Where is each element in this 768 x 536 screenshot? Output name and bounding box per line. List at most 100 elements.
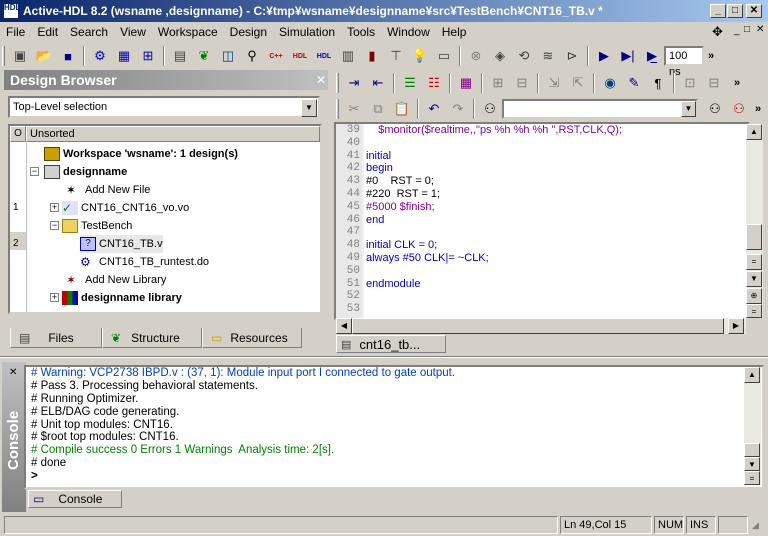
indent-icon[interactable]: ⇥ (343, 72, 365, 94)
minimize-button[interactable]: _ (710, 4, 726, 18)
scroll-thumb[interactable] (744, 443, 760, 457)
console-close-icon[interactable]: ✕ (9, 367, 17, 378)
hscroll-thumb[interactable] (352, 318, 724, 334)
expand-icon[interactable]: + (50, 203, 59, 212)
cut-icon[interactable]: ✂ (343, 98, 365, 120)
find-icon[interactable]: ⚲ (241, 45, 263, 67)
tree-item-testbench[interactable]: TestBench (62, 217, 132, 235)
run-for-icon[interactable]: ▶̲ (641, 45, 663, 67)
toolbar-overflow-icon[interactable]: » (734, 77, 740, 89)
open-folder-icon[interactable]: 📂 (33, 45, 55, 67)
collapse-icon[interactable]: − (50, 221, 59, 230)
console-output[interactable]: # Warning: VCP2738 IBPD.v : (37, 1): Mod… (26, 367, 744, 487)
comment-icon[interactable]: ☰ (399, 72, 421, 94)
scroll-thumb[interactable] (746, 224, 762, 250)
tab-resources[interactable]: ▭ Resources (202, 328, 302, 348)
pen-icon[interactable]: ✎ (623, 72, 645, 94)
schematic-icon[interactable]: ▥ (337, 45, 359, 67)
menu-tools[interactable]: Tools (341, 25, 381, 39)
hdl-debug2-icon[interactable]: HDL (313, 45, 335, 67)
search-combo[interactable]: ▼ (502, 99, 698, 119)
code-area[interactable]: $monitor($realtime,,"ps %h %h %h ",RST,C… (366, 124, 746, 319)
hdl-debug-icon[interactable]: HDL (289, 45, 311, 67)
tree-item-runtest-do[interactable]: ⚙ CNT16_TB_runtest.do (80, 253, 209, 271)
waveform-icon[interactable]: ◈ (489, 45, 511, 67)
undo-icon[interactable]: ↶ (423, 98, 445, 120)
split-equals-icon[interactable]: = (744, 471, 760, 485)
close-button[interactable]: ✕ (746, 4, 762, 18)
mdi-restore-icon[interactable]: □ (744, 24, 750, 35)
run-icon[interactable]: ▶ (593, 45, 615, 67)
scroll-right-icon[interactable]: ▶ (728, 318, 744, 334)
netlist-icon[interactable]: ⊞ (137, 45, 159, 67)
compile-icon[interactable]: ⚙ (89, 45, 111, 67)
stop-icon[interactable]: ⊗ (465, 45, 487, 67)
tree-item-add-new-file[interactable]: ✶ Add New File (66, 181, 150, 199)
menu-design[interactable]: Design (224, 25, 273, 39)
resize-grip-icon[interactable]: ◢ (752, 520, 759, 531)
binoculars-icon[interactable]: ⚇ (479, 98, 501, 120)
stack-icon[interactable]: ≋ (537, 45, 559, 67)
maximize-button[interactable]: □ (727, 4, 743, 18)
mdi-minimize-icon[interactable]: _ (734, 25, 740, 36)
scroll-up-icon[interactable]: ▲ (744, 367, 760, 383)
tab-structure[interactable]: ❦ Structure (102, 328, 202, 348)
find-prev-icon[interactable]: ⚇ (728, 98, 750, 120)
language-globe-icon[interactable]: ◉ (599, 72, 621, 94)
scroll-down-icon[interactable]: ▼ (746, 271, 762, 287)
top-level-selection-combo[interactable]: Top-Level selection ▼ (8, 96, 320, 118)
menu-window[interactable]: Window (381, 25, 436, 39)
library-icon[interactable]: ▮ (361, 45, 383, 67)
tree-item-add-new-library[interactable]: ✶ Add New Library (66, 271, 166, 289)
compile-all-icon[interactable]: ▦ (113, 45, 135, 67)
simulation-time-input[interactable]: 100 ns (664, 46, 704, 78)
bookmark-icon[interactable]: ▦ (455, 72, 477, 94)
tree-item-workspace[interactable]: Workspace 'wsname': 1 design(s) (44, 145, 238, 163)
scroll-next-icon[interactable]: ⊕ (746, 288, 762, 304)
menu-file[interactable]: File (0, 25, 31, 39)
move-icon[interactable]: ✥ (712, 24, 723, 40)
wrap-icon[interactable]: ⊡ (679, 72, 701, 94)
design-browser-icon[interactable]: ▤ (169, 45, 191, 67)
chevron-down-icon[interactable]: ▼ (301, 99, 317, 117)
trace-icon[interactable]: ⟲ (513, 45, 535, 67)
tab-files[interactable]: ▤ Files (10, 328, 102, 348)
mdi-close-icon[interactable]: ✕ (756, 24, 764, 35)
console-icon[interactable]: ▭ (433, 45, 455, 67)
toolbar-overflow-icon[interactable]: » (708, 50, 714, 62)
menu-simulation[interactable]: Simulation (273, 25, 341, 39)
tree-item-cnt16-tb[interactable]: ? CNT16_TB.v (80, 235, 163, 253)
uncomment-icon[interactable]: ☷ (423, 72, 445, 94)
menu-search[interactable]: Search (64, 25, 114, 39)
redo-icon[interactable]: ↷ (447, 98, 469, 120)
scroll-up-icon[interactable]: ▲ (746, 124, 762, 140)
expand-icon[interactable]: + (50, 293, 59, 302)
console-tab[interactable]: ▭ Console (28, 490, 122, 508)
split-equals-icon[interactable]: = (746, 254, 762, 270)
goto-icon[interactable]: ⇲ (543, 72, 565, 94)
collapse-all-icon[interactable]: ⊟ (511, 72, 533, 94)
tip-bulb-icon[interactable]: 💡 (409, 45, 431, 67)
console-vertical-scrollbar[interactable]: ▲ ▼ = (744, 367, 761, 485)
paragraph-icon[interactable]: ¶ (647, 72, 669, 94)
breakpoint-icon[interactable]: ⊳ (561, 45, 583, 67)
expand-all-icon[interactable]: ⊞ (487, 72, 509, 94)
paste-icon[interactable]: 📋 (391, 98, 413, 120)
copy-icon[interactable]: ⧉ (367, 98, 389, 120)
outdent-icon[interactable]: ⇤ (367, 72, 389, 94)
scroll-down-icon[interactable]: ▼ (744, 457, 760, 471)
editor-tab-cnt16-tb[interactable]: ▤ cnt16_tb... (336, 335, 446, 353)
block-diagram-icon[interactable]: ◫ (217, 45, 239, 67)
split-equals-bottom-icon[interactable]: = (746, 304, 762, 318)
marker-icon[interactable]: ⇱ (567, 72, 589, 94)
plugin-icon[interactable]: ⊤ (385, 45, 407, 67)
menu-help[interactable]: Help (436, 25, 473, 39)
tree-item-cnt16-vo[interactable]: ✓ CNT16_CNT16_vo.vo (62, 199, 189, 217)
editor-vertical-scrollbar[interactable]: ▲ = ▼ ⊕ = (746, 124, 763, 318)
toolbar-overflow-icon[interactable]: » (755, 103, 761, 115)
find-next-icon[interactable]: ⚇ (704, 98, 726, 120)
menu-workspace[interactable]: Workspace (152, 25, 224, 39)
save-icon[interactable]: ■ (57, 45, 79, 67)
hierarchy-icon[interactable]: ❦ (193, 45, 215, 67)
run-until-icon[interactable]: ▶| (617, 45, 639, 67)
